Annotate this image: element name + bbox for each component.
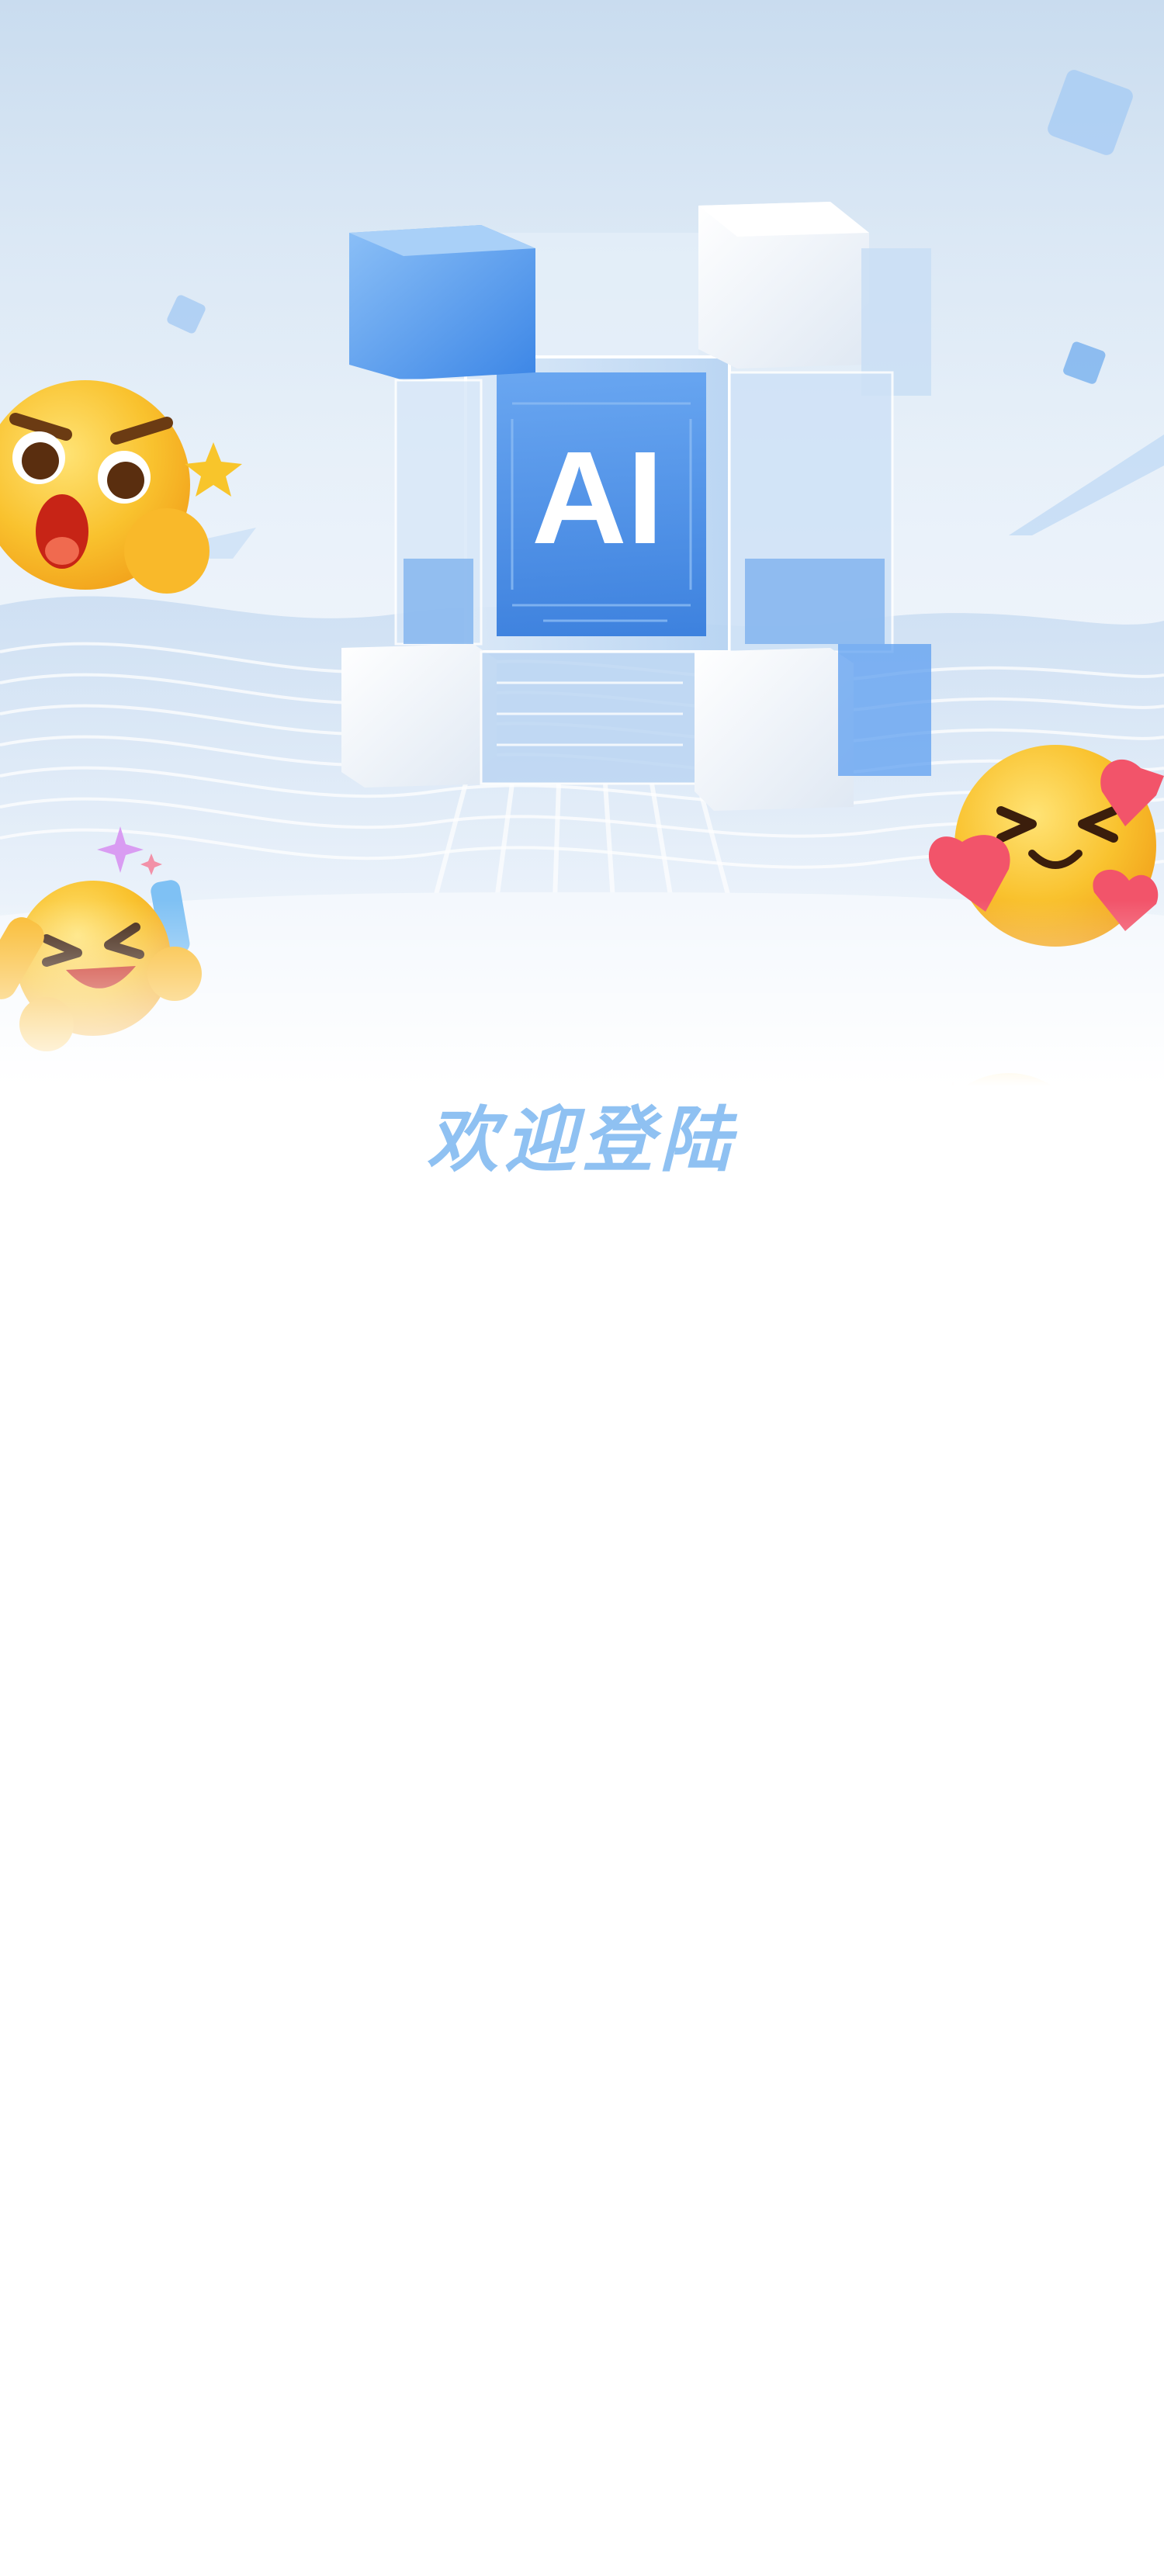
hero-banner: AI: [0, 0, 1164, 1086]
ai-label: AI: [532, 424, 663, 572]
hero-fade: [0, 900, 1164, 1086]
ai-cube: AI: [341, 202, 931, 811]
surprised-emoji-icon: [0, 380, 242, 594]
login-page: AI 欢迎登陆: [0, 0, 1164, 2576]
welcome-title: 欢迎登陆: [426, 1099, 737, 1182]
